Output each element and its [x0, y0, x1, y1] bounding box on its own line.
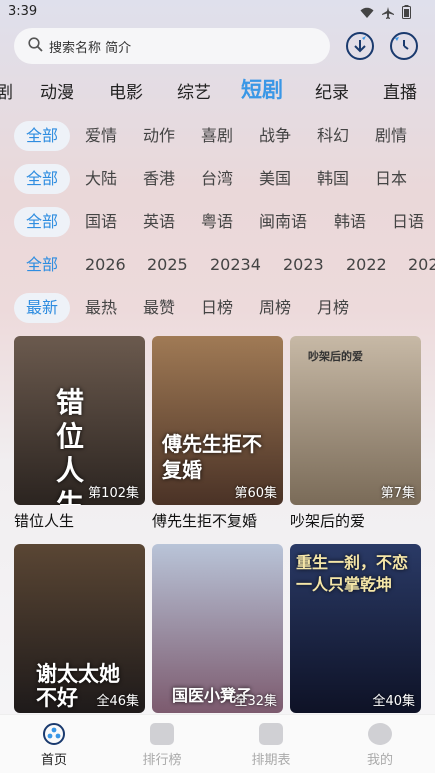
wifi-icon [360, 4, 374, 23]
poster-title: 错位人生 [56, 386, 85, 505]
poster-image: 重生一刹，不恋一人只掌乾坤 全40集 [290, 544, 421, 713]
drama-card[interactable]: 吵架后的爱 第7集 吵架后的爱 [290, 336, 421, 531]
chip-genre[interactable]: 动作 [143, 121, 175, 151]
download-button[interactable] [346, 32, 374, 60]
poster-image: 国医小凳子 全32集 [152, 544, 283, 713]
nav-label: 我的 [366, 753, 393, 768]
search-icon [28, 36, 43, 56]
chip-year[interactable]: 2023 [283, 250, 324, 280]
episode-count: 第102集 [88, 486, 139, 501]
category-tabs: 剧 动漫 电影 综艺 短剧 纪录 直播 [0, 74, 435, 104]
search-placeholder: 搜索名称 简介 [49, 40, 132, 56]
filter-row-language: 全部 国语 英语 粤语 闽南语 韩语 日语 [0, 207, 435, 237]
download-icon [354, 36, 366, 53]
poster-image: 谢太太她不好 全46集 [14, 544, 145, 713]
chip-genre-all[interactable]: 全部 [14, 121, 71, 151]
chip-region[interactable]: 香港 [143, 164, 175, 194]
tab-short-drama[interactable]: 短剧 [241, 74, 283, 104]
filter-row-genre: 全部 爱情 动作 喜剧 战争 科幻 剧情 [0, 121, 435, 151]
chip-language[interactable]: 英语 [143, 207, 175, 237]
history-icon [395, 37, 409, 50]
airplane-icon [382, 4, 394, 23]
drama-card[interactable]: 谢太太她不好 全46集 [14, 544, 145, 713]
chip-year[interactable]: 2022 [346, 250, 387, 280]
poster-image: 吵架后的爱 第7集 [290, 336, 421, 505]
chip-sort[interactable]: 最热 [85, 293, 117, 323]
card-title: 傅先生拒不复婚 [152, 512, 258, 530]
status-bar: 3:39 [0, 0, 435, 24]
home-icon [42, 723, 66, 745]
drama-card[interactable]: 国医小凳子 全32集 [152, 544, 283, 713]
tab-documentary[interactable]: 纪录 [315, 78, 349, 103]
chip-region[interactable]: 美国 [259, 164, 291, 194]
chip-sort[interactable]: 月榜 [317, 293, 349, 323]
nav-ranking[interactable]: 排行榜 [127, 723, 197, 768]
chip-language[interactable]: 闽南语 [259, 207, 307, 237]
nav-profile[interactable]: 我的 [345, 723, 415, 768]
chip-year[interactable]: 202 [408, 250, 435, 280]
drama-card[interactable]: 重生一刹，不恋一人只掌乾坤 全40集 [290, 544, 421, 713]
filter-row-sort: 最新 最热 最赞 日榜 周榜 月榜 [0, 293, 435, 323]
status-time: 3:39 [8, 4, 38, 19]
chip-sort-latest[interactable]: 最新 [14, 293, 71, 323]
chip-year[interactable]: 2026 [85, 250, 126, 280]
tab-movie[interactable]: 电影 [109, 78, 143, 103]
chip-language[interactable]: 粤语 [201, 207, 233, 237]
poster-title: 重生一刹，不恋一人只掌乾坤 [296, 553, 409, 594]
chip-genre[interactable]: 剧情 [375, 121, 407, 151]
poster-image: 傅先生拒不复婚 第60集 [152, 336, 283, 505]
card-title: 吵架后的爱 [290, 512, 366, 530]
card-title: 错位人生 [14, 512, 75, 530]
chip-year[interactable]: 20234 [210, 250, 261, 280]
chip-region[interactable]: 韩国 [317, 164, 349, 194]
tab-live[interactable]: 直播 [383, 78, 417, 103]
drama-card[interactable]: 傅先生拒不复婚 第60集 傅先生拒不复婚 [152, 336, 283, 531]
chip-language[interactable]: 国语 [85, 207, 117, 237]
episode-count: 第60集 [234, 486, 277, 501]
chip-region[interactable]: 台湾 [201, 164, 233, 194]
episode-count: 全32集 [234, 694, 277, 709]
nav-label: 排期表 [251, 753, 291, 768]
chip-year-all[interactable]: 全部 [26, 250, 58, 280]
filter-row-year: 全部 2026 2025 20234 2023 2022 202 [0, 250, 435, 280]
nav-label: 排行榜 [142, 753, 182, 768]
poster-image: 错位人生 第102集 [14, 336, 145, 505]
chip-sort[interactable]: 周榜 [259, 293, 291, 323]
nav-schedule[interactable]: 排期表 [236, 723, 306, 768]
episode-count: 第7集 [380, 486, 415, 501]
chip-year[interactable]: 2025 [147, 250, 188, 280]
chip-language[interactable]: 韩语 [334, 207, 366, 237]
poster-title: 吵架后的爱 [308, 350, 363, 363]
calendar-icon [259, 723, 283, 745]
chip-language[interactable]: 日语 [392, 207, 424, 237]
search-input[interactable]: 搜索名称 简介 [14, 28, 330, 64]
profile-icon [368, 723, 392, 745]
episode-count: 全40集 [372, 694, 415, 709]
filter-row-region: 全部 大陆 香港 台湾 美国 韩国 日本 [0, 164, 435, 194]
tab-partial[interactable]: 剧 [0, 78, 13, 103]
nav-label: 首页 [40, 753, 67, 768]
chip-language-all[interactable]: 全部 [14, 207, 71, 237]
history-button[interactable] [390, 32, 418, 60]
status-icons [360, 4, 411, 23]
chip-genre[interactable]: 喜剧 [201, 121, 233, 151]
poster-title: 傅先生拒不复婚 [162, 432, 262, 482]
drama-card[interactable]: 错位人生 第102集 错位人生 [14, 336, 145, 531]
ranking-icon [150, 723, 174, 745]
chip-genre[interactable]: 战争 [259, 121, 291, 151]
tab-variety[interactable]: 综艺 [177, 78, 211, 103]
chip-region-all[interactable]: 全部 [14, 164, 71, 194]
nav-home[interactable]: 首页 [19, 723, 89, 768]
bottom-nav: 首页 排行榜 排期表 我的 [0, 714, 435, 773]
battery-icon [402, 4, 411, 23]
chip-sort[interactable]: 日榜 [201, 293, 233, 323]
episode-count: 全46集 [96, 694, 139, 709]
search-row: 搜索名称 简介 [14, 28, 424, 64]
chip-genre[interactable]: 爱情 [85, 121, 117, 151]
chip-genre[interactable]: 科幻 [317, 121, 349, 151]
chip-region[interactable]: 大陆 [85, 164, 117, 194]
chip-region[interactable]: 日本 [375, 164, 407, 194]
tab-anime[interactable]: 动漫 [40, 78, 74, 103]
chip-sort[interactable]: 最赞 [143, 293, 175, 323]
